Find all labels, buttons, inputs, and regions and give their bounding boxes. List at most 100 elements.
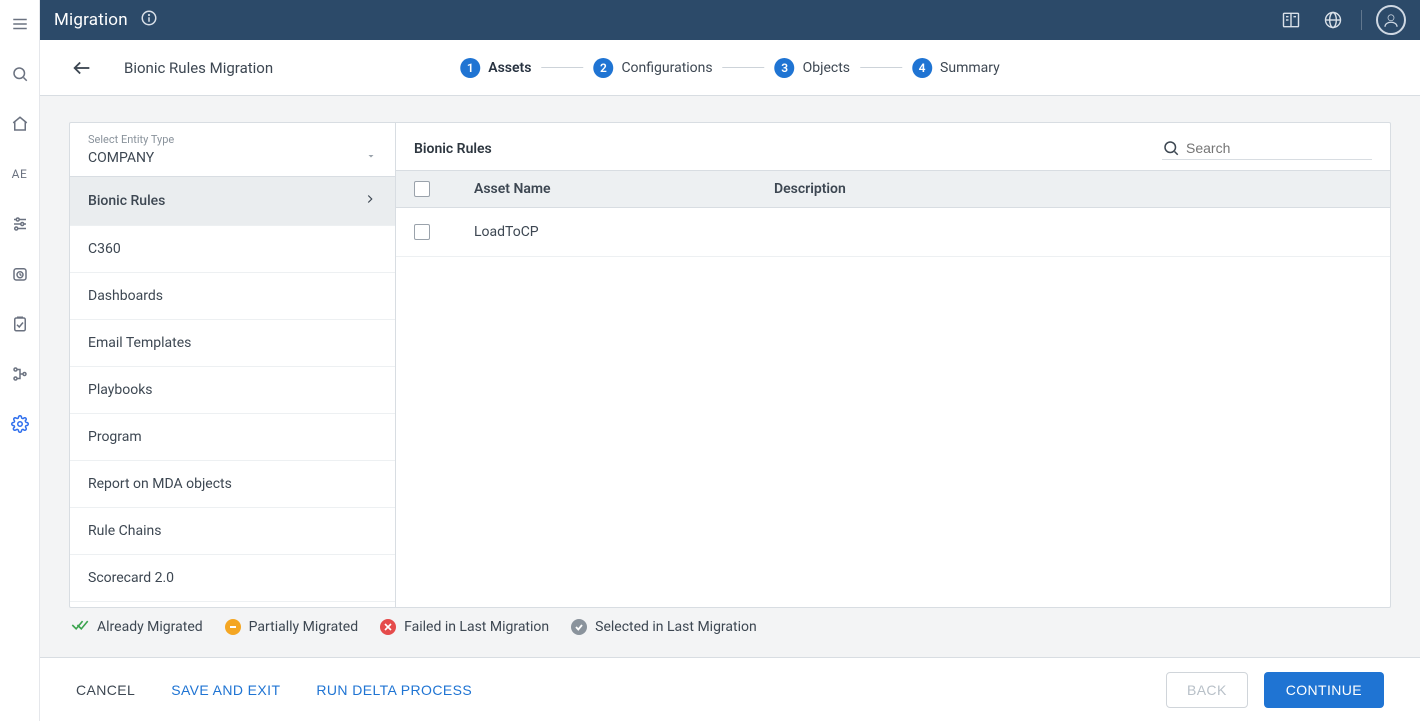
- step-objects[interactable]: 3 Objects: [775, 58, 850, 78]
- legend-partially-migrated: Partially Migrated: [225, 619, 358, 635]
- dot-error-icon: [380, 619, 396, 635]
- legend-label: Already Migrated: [97, 619, 203, 635]
- step-index-badge: 2: [593, 58, 613, 78]
- dot-selected-icon: [571, 619, 587, 635]
- page-title: Migration: [54, 10, 128, 30]
- assets-column: Bionic Rules Asset Name Description Load…: [396, 123, 1390, 607]
- step-index-badge: 1: [460, 58, 480, 78]
- home-icon[interactable]: [6, 110, 34, 138]
- step-assets[interactable]: 1 Assets: [460, 58, 531, 78]
- entity-select[interactable]: Select Entity Type COMPANY: [70, 123, 395, 177]
- step-divider: [860, 67, 902, 68]
- asset-type-item[interactable]: Dashboards: [70, 273, 395, 320]
- stepper: 1 Assets 2 Configurations 3 Objects 4 Summary: [460, 58, 999, 78]
- legend-label: Partially Migrated: [249, 619, 358, 635]
- ae-nav-item[interactable]: AE: [6, 160, 34, 188]
- search-field[interactable]: [1162, 137, 1372, 160]
- back-arrow-icon[interactable]: [68, 54, 96, 82]
- asset-type-label: Scorecard 2.0: [88, 570, 174, 586]
- step-configurations[interactable]: 2 Configurations: [593, 58, 712, 78]
- sliders-icon[interactable]: [6, 210, 34, 238]
- globe-icon[interactable]: [1319, 6, 1347, 34]
- entity-select-value-text: COMPANY: [88, 150, 154, 166]
- assets-header: Bionic Rules: [396, 123, 1390, 170]
- asset-type-item[interactable]: C360: [70, 226, 395, 273]
- legend-label: Selected in Last Migration: [595, 619, 757, 635]
- titlebar: Migration: [40, 0, 1420, 40]
- footer: CANCEL SAVE AND EXIT RUN DELTA PROCESS B…: [40, 657, 1420, 721]
- asset-type-label: Email Templates: [88, 335, 191, 351]
- asset-type-label: Rule Chains: [88, 523, 161, 539]
- table-header: Asset Name Description: [396, 170, 1390, 208]
- hamburger-icon[interactable]: [6, 10, 34, 38]
- cancel-button[interactable]: CANCEL: [76, 682, 135, 698]
- asset-type-item[interactable]: Rule Chains: [70, 508, 395, 555]
- breadcrumb: Bionic Rules Migration: [124, 59, 273, 77]
- legend-label: Failed in Last Migration: [404, 619, 549, 635]
- back-button[interactable]: BACK: [1166, 672, 1248, 708]
- sitemap-icon[interactable]: [6, 360, 34, 388]
- titlebar-right: [1277, 5, 1406, 35]
- asset-type-item[interactable]: Scorecard 2.0: [70, 555, 395, 602]
- settings-gear-icon[interactable]: [6, 410, 34, 438]
- step-divider: [723, 67, 765, 68]
- search-icon[interactable]: [6, 60, 34, 88]
- asset-type-item[interactable]: Bionic Rules: [70, 177, 395, 226]
- step-label: Objects: [803, 60, 850, 76]
- legend-selected: Selected in Last Migration: [571, 619, 757, 635]
- asset-types-column: Select Entity Type COMPANY Bionic Rules C…: [70, 123, 396, 607]
- asset-type-label: Report on MDA objects: [88, 476, 232, 492]
- asset-type-label: Playbooks: [88, 382, 153, 398]
- table-body: LoadToCP: [396, 208, 1390, 257]
- main-area: Migration: [40, 0, 1420, 721]
- row-name: LoadToCP: [474, 224, 774, 240]
- asset-type-list[interactable]: Bionic Rules C360 Dashboards Email Template…: [70, 177, 395, 607]
- check-double-icon: [71, 618, 89, 636]
- col-desc-header: Description: [774, 181, 1372, 197]
- legend-failed: Failed in Last Migration: [380, 619, 549, 635]
- dot-warning-icon: [225, 619, 241, 635]
- entity-select-label: Select Entity Type: [88, 133, 377, 146]
- search-icon: [1162, 139, 1180, 157]
- main-panel: Select Entity Type COMPANY Bionic Rules C…: [69, 122, 1391, 608]
- asset-type-item[interactable]: Program: [70, 414, 395, 461]
- asset-type-item[interactable]: Playbooks: [70, 367, 395, 414]
- divider: [1361, 10, 1362, 30]
- footer-left: CANCEL SAVE AND EXIT RUN DELTA PROCESS: [76, 682, 472, 698]
- step-summary[interactable]: 4 Summary: [912, 58, 1000, 78]
- step-label: Configurations: [621, 60, 712, 76]
- info-icon[interactable]: [140, 9, 158, 31]
- asset-type-label: C360: [88, 241, 121, 257]
- subheader: Bionic Rules Migration 1 Assets 2 Configura…: [40, 40, 1420, 96]
- step-label: Summary: [940, 60, 1000, 76]
- step-label: Assets: [488, 60, 531, 76]
- footer-right: BACK CONTINUE: [1166, 672, 1384, 708]
- asset-type-item[interactable]: Email Templates: [70, 320, 395, 367]
- titlebar-left: Migration: [54, 9, 158, 31]
- step-index-badge: 3: [775, 58, 795, 78]
- left-rail: AE: [0, 0, 40, 721]
- legend: Already Migrated Partially Migrated Fail…: [69, 608, 1391, 636]
- book-icon[interactable]: [1277, 6, 1305, 34]
- chevron-down-icon: [365, 150, 377, 166]
- step-index-badge: 4: [912, 58, 932, 78]
- assets-title: Bionic Rules: [414, 141, 492, 157]
- col-name-header: Asset Name: [474, 181, 774, 197]
- clipboard-check-icon[interactable]: [6, 310, 34, 338]
- entity-select-value[interactable]: COMPANY: [88, 148, 377, 170]
- row-checkbox[interactable]: [414, 224, 430, 240]
- run-delta-process-button[interactable]: RUN DELTA PROCESS: [316, 682, 472, 698]
- step-divider: [541, 67, 583, 68]
- save-and-exit-button[interactable]: SAVE AND EXIT: [171, 682, 280, 698]
- search-input[interactable]: [1186, 140, 1372, 156]
- continue-button[interactable]: CONTINUE: [1264, 672, 1384, 708]
- body-area: Select Entity Type COMPANY Bionic Rules C…: [40, 96, 1420, 657]
- asset-type-label: Dashboards: [88, 288, 163, 304]
- asset-type-item[interactable]: Report on MDA objects: [70, 461, 395, 508]
- clock-icon[interactable]: [6, 260, 34, 288]
- legend-already-migrated: Already Migrated: [71, 618, 203, 636]
- table-row[interactable]: LoadToCP: [396, 208, 1390, 257]
- select-all-checkbox[interactable]: [414, 181, 430, 197]
- profile-avatar[interactable]: [1376, 5, 1406, 35]
- asset-type-label: Program: [88, 429, 142, 445]
